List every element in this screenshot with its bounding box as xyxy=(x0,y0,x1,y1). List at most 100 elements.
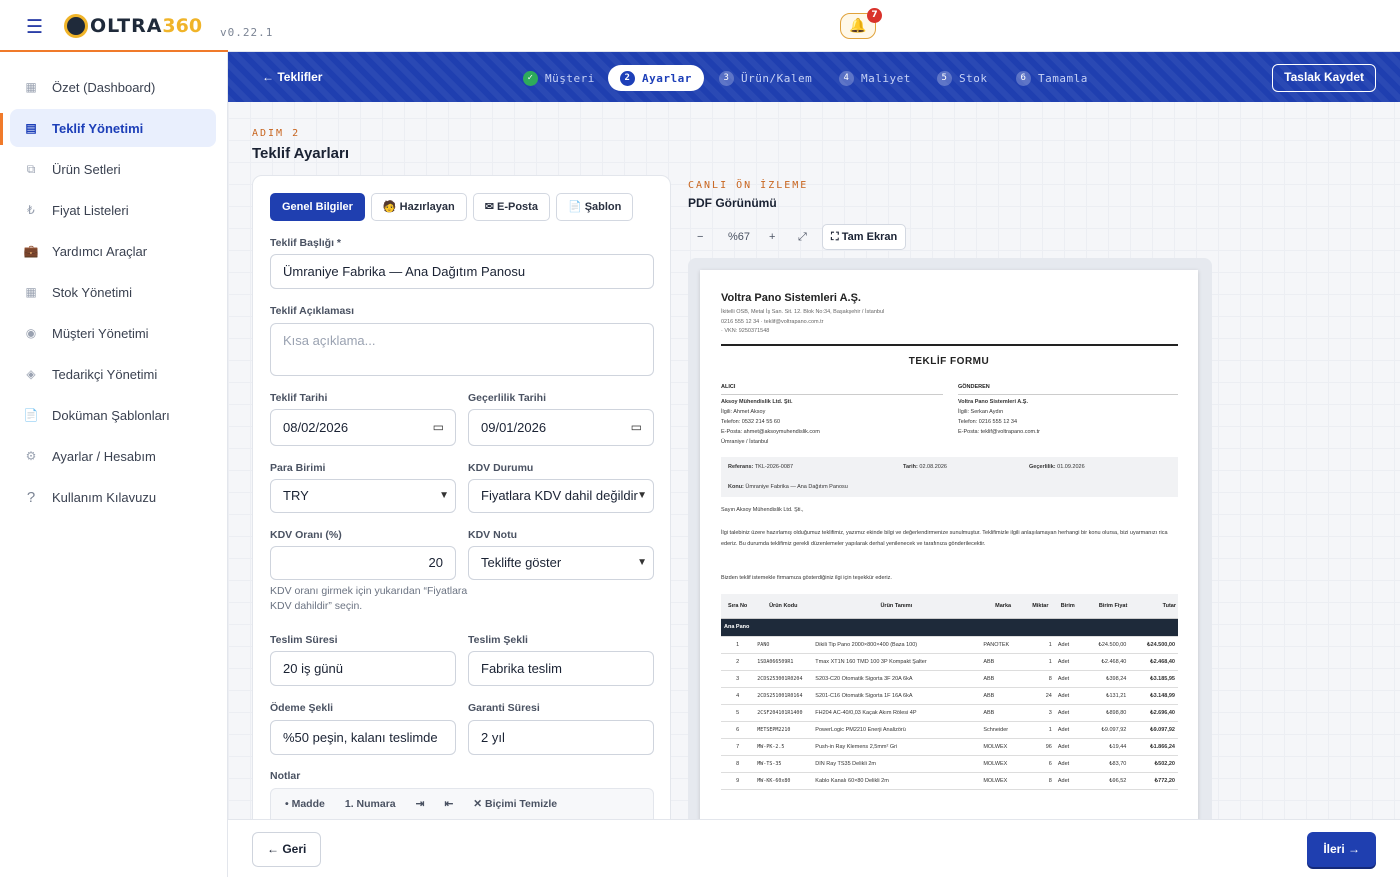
table-cell: 1 xyxy=(721,636,755,654)
date-label: Tarih: xyxy=(903,464,918,470)
clear-format-button[interactable]: ✕ Biçimi Temizle xyxy=(473,798,557,810)
hamburger-menu-icon[interactable]: ☰ xyxy=(26,16,43,39)
vat-rate-input[interactable]: 20 xyxy=(270,546,456,580)
expand-icon[interactable]: ⤢ xyxy=(798,224,807,250)
sidebar-item-label: Kullanım Kılavuzu xyxy=(52,489,157,505)
date-field: Tarih: 02.08.2026 xyxy=(903,464,947,470)
vat-note-label: KDV Notu xyxy=(468,529,517,541)
lira-icon: ₺ xyxy=(27,203,35,217)
sidebar-item-tools[interactable]: 💼 Yardımcı Araçlar xyxy=(10,232,216,270)
sidebar-item-customers[interactable]: ◉ Müşteri Yönetimi xyxy=(10,314,216,352)
step-stock[interactable]: 5 Stok xyxy=(937,65,988,91)
step-customer[interactable]: ✓ Müşteri xyxy=(523,65,595,91)
step-settings[interactable]: 2 Ayarlar xyxy=(608,65,704,91)
pdf-preview-frame[interactable]: Voltra Pano Sistemleri A.Ş. İkitelli OSB… xyxy=(688,258,1212,819)
validity-field: Geçerlilik: 01.09.2026 xyxy=(1029,464,1085,470)
table-row: 8 MW-TS-35 DIN Ray TS35 Delikli 2m MOLWEX 6 A… xyxy=(721,755,1178,773)
tab-email[interactable]: ✉ E-Posta xyxy=(472,193,550,221)
app-version: v0.22.1 xyxy=(220,26,274,39)
sidebar-item-label: Fiyat Listeleri xyxy=(52,202,129,218)
sidebar-item-settings[interactable]: ⚙ Ayarlar / Hesabım xyxy=(10,437,216,475)
table-cell: MOLWEX xyxy=(980,738,1026,756)
reference-label: Referans: xyxy=(728,464,754,470)
quote-date-input[interactable]: 08/02/2026 ▭ xyxy=(270,409,456,446)
payment-input[interactable]: %50 peşin, kalanı teslimde xyxy=(270,720,456,755)
table-cell: S201-C16 Otomatik Sigorta 1F 16A 6kA xyxy=(812,687,981,705)
pdf-page: Voltra Pano Sistemleri A.Ş. İkitelli OSB… xyxy=(700,270,1198,819)
table-cell: ₺24.500,00 xyxy=(1129,636,1178,654)
subject-field: Konu: Ümraniye Fabrika — Ana Dağıtım Pan… xyxy=(728,484,848,490)
briefcase-icon: 💼 xyxy=(23,244,39,258)
sidebar-item-product-sets[interactable]: ⧉ Ürün Setleri xyxy=(10,150,216,188)
warranty-input[interactable]: 2 yıl xyxy=(468,720,654,755)
table-cell: MW-PK-2.5 xyxy=(754,738,813,756)
table-cell: ₺19,44 xyxy=(1080,738,1130,756)
select-value: Teklifte göster xyxy=(481,555,562,570)
notifications-button[interactable]: 🔔 7 xyxy=(840,8,882,39)
tab-template[interactable]: 📄 Şablon xyxy=(555,193,634,221)
zoom-in-button[interactable]: + xyxy=(769,224,775,250)
back-to-quotes-link[interactable]: ← Teklifler xyxy=(262,70,322,84)
sidebar-item-label: Müşteri Yönetimi xyxy=(52,325,149,341)
step-products[interactable]: 3 Ürün/Kalem xyxy=(719,65,812,91)
currency-select[interactable]: TRY ▼ xyxy=(270,479,456,513)
table-cell: ₺502,20 xyxy=(1129,755,1178,773)
address-line: 0216 555 12 34 · teklif@voltrapano.com.t… xyxy=(721,318,824,325)
table-row: 3 2CDS253001R0204 S203-C20 Otomatik Sigort… xyxy=(721,670,1178,688)
wizard-footer: ← Geri İleri → xyxy=(228,819,1400,877)
sidebar-item-quotes[interactable]: ▤ Teklif Yönetimi xyxy=(10,109,216,147)
next-button[interactable]: İleri → xyxy=(1307,832,1376,867)
sender-line: E-Posta: teklif@voltrapano.com.tr xyxy=(958,429,1041,435)
indent-icon[interactable]: ⇥ xyxy=(416,798,425,810)
notes-editor-toolbar: • Madde 1. Numara ⇥ ⇤ ✕ Biçimi Temizle xyxy=(270,788,654,819)
tab-general[interactable]: Genel Bilgiler xyxy=(270,193,365,221)
vat-help-text: KDV oranı girmek için yukarıdan “Fiyatla… xyxy=(270,585,468,612)
delivery-type-input[interactable]: Fabrika teslim xyxy=(468,651,654,686)
sidebar: ▦ Özet (Dashboard) ▤ Teklif Yönetimi ⧉ Ürün… xyxy=(0,52,228,877)
vat-status-select[interactable]: Fiyatlara KDV dahil değildir ▼ xyxy=(468,479,654,513)
sidebar-item-label: Ürün Setleri xyxy=(52,161,121,177)
pdf-items-table: Sıra No Ürün Kodu Ürün Tanımı Marka Miktar Bi… xyxy=(721,594,1178,790)
address-line: İkitelli OSB, Metal İş San. Sit. 12. Blo… xyxy=(721,309,885,315)
sidebar-item-dashboard[interactable]: ▦ Özet (Dashboard) xyxy=(10,68,216,106)
fullscreen-button[interactable]: ⛶ Tam Ekran xyxy=(822,224,907,250)
app-logo[interactable]: OLTRA 360 xyxy=(64,14,202,38)
subject-value: Ümraniye Fabrika — Ana Dağıtım Panosu xyxy=(745,484,848,490)
step-label: Tamamla xyxy=(1038,71,1088,85)
step-cost[interactable]: 4 Maliyet xyxy=(839,65,911,91)
table-row: 9 MW-KK-60x80 Kablo Kanalı 60×80 Delikli 2… xyxy=(721,772,1178,790)
step-complete[interactable]: 6 Tamamla xyxy=(1016,65,1088,91)
tab-preparer[interactable]: 🧑 Hazırlayan xyxy=(370,193,467,221)
numbered-list-button[interactable]: 1. Numara xyxy=(345,798,396,810)
calendar-icon[interactable]: ▭ xyxy=(433,410,444,445)
reference-field: Referans: TKL-2026-0087 xyxy=(728,464,793,470)
sidebar-item-templates[interactable]: 📄 Doküman Şablonları xyxy=(10,396,216,434)
quotes-icon: ▤ xyxy=(25,121,37,135)
bullet-list-button[interactable]: • Madde xyxy=(285,798,325,810)
sidebar-item-guide[interactable]: ? Kullanım Kılavuzu xyxy=(10,478,216,516)
sidebar-item-price-lists[interactable]: ₺ Fiyat Listeleri xyxy=(10,191,216,229)
outdent-icon[interactable]: ⇤ xyxy=(444,798,453,810)
back-button[interactable]: ← Geri xyxy=(252,832,322,867)
title-input[interactable]: Ümraniye Fabrika — Ana Dağıtım Panosu xyxy=(270,254,654,289)
sidebar-item-stock[interactable]: ▦ Stok Yönetimi xyxy=(10,273,216,311)
description-textarea[interactable]: Kısa açıklama... xyxy=(270,323,654,376)
table-cell: FH204 AC-40/0,03 Kaçak Akım Rölesi 4P xyxy=(812,704,981,722)
sidebar-item-suppliers[interactable]: ◈ Tedarikçi Yönetimi xyxy=(10,355,216,393)
preview-eyebrow: CANLI ÖN İZLEME xyxy=(688,180,809,191)
table-cell: ₺898,80 xyxy=(1080,704,1130,722)
table-cell: ABB xyxy=(980,670,1026,688)
calendar-icon[interactable]: ▭ xyxy=(631,410,642,445)
table-cell: ₺2.468,40 xyxy=(1129,653,1178,671)
reference-value: TKL-2026-0087 xyxy=(754,464,794,470)
delivery-time-input[interactable]: 20 iş günü xyxy=(270,651,456,686)
save-draft-button[interactable]: Taslak Kaydet xyxy=(1272,64,1376,92)
vat-note-select[interactable]: Teklifte göster ▼ xyxy=(468,546,654,580)
table-cell: ABB xyxy=(980,704,1026,722)
table-cell: 1SDA066509R1 xyxy=(754,653,813,671)
bell-icon: 🔔 xyxy=(849,17,867,33)
zoom-out-button[interactable]: − xyxy=(697,224,703,250)
sidebar-item-label: Özet (Dashboard) xyxy=(52,79,156,95)
validity-date-input[interactable]: 09/01/2026 ▭ xyxy=(468,409,654,446)
table-cell: Adet xyxy=(1054,687,1081,705)
